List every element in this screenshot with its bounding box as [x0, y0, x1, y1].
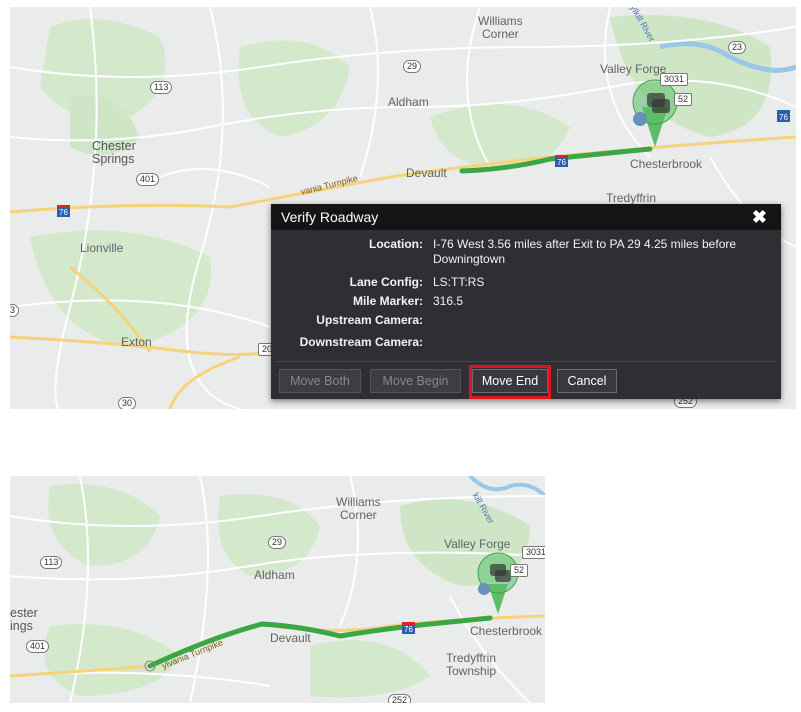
route-3031-shield: 3031	[660, 73, 689, 86]
downstream-camera-row: Downstream Camera:	[271, 335, 781, 354]
mile-marker-label: Mile Marker:	[352, 294, 423, 308]
route-3031-shield-2: 3031	[522, 546, 545, 559]
place-chesterbrook: Chesterbrook	[630, 157, 703, 171]
lane-config-row: Lane Config: LS:TT:RS	[271, 275, 781, 294]
bottom-map[interactable]: Williams Corner Valley Forge Aldham este…	[10, 476, 545, 703]
route-29-shield: 29	[403, 60, 422, 73]
route-113-shield: 113	[150, 81, 173, 94]
i76-left-shield: 76	[57, 205, 70, 217]
place-aldham: Aldham	[388, 95, 429, 109]
route-52-shield: 52	[674, 93, 693, 106]
move-end-highlight	[469, 365, 551, 399]
i76-shield-2: 76	[402, 622, 415, 634]
place-chesterbrook-2: Chesterbrook	[470, 624, 543, 638]
place-williams-corner-2: Williams Corner	[336, 495, 381, 522]
place-valley-forge: Valley Forge	[600, 62, 667, 76]
dialog-header: Verify Roadway ✖	[271, 204, 781, 230]
route-252-shield-2: 252	[388, 694, 412, 703]
move-begin-button[interactable]: Move Begin	[370, 369, 461, 393]
verify-roadway-dialog: Verify Roadway ✖ Location: I-76 West 3.5…	[271, 204, 781, 399]
mile-marker-value: 316.5	[433, 294, 464, 308]
lane-config-value: LS:TT:RS	[433, 275, 485, 289]
route-29-shield-2: 29	[268, 536, 287, 549]
dialog-title: Verify Roadway	[281, 209, 379, 225]
upstream-camera-label: Upstream Camera:	[316, 313, 423, 327]
mile-marker-row: Mile Marker: 316.5	[271, 294, 781, 313]
i76-mid-shield: 76	[555, 155, 568, 167]
cancel-button[interactable]: Cancel	[557, 369, 617, 393]
location-row: Location: I-76 West 3.56 miles after Exi…	[271, 237, 781, 275]
location-label: Location:	[369, 237, 423, 251]
place-lionville: Lionville	[80, 241, 124, 255]
lane-config-label: Lane Config:	[349, 275, 423, 289]
route-52-shield-2: 52	[510, 564, 529, 577]
location-value: I-76 West 3.56 miles after Exit to PA 29…	[433, 237, 737, 266]
downstream-camera-label: Downstream Camera:	[299, 335, 423, 349]
route-30-shield: 30	[118, 397, 137, 409]
route-401-shield: 401	[136, 173, 160, 186]
place-williams-corner: Williams Corner	[478, 14, 523, 41]
place-aldham-2: Aldham	[254, 568, 295, 582]
place-exton: Exton	[121, 335, 152, 349]
move-both-button[interactable]: Move Both	[279, 369, 361, 393]
place-valley-forge-2: Valley Forge	[444, 537, 511, 551]
place-springs-2: ester ings	[10, 606, 38, 633]
close-icon[interactable]: ✖	[752, 204, 767, 230]
place-devault-2: Devault	[270, 631, 311, 645]
route-113-shield-2: 113	[40, 556, 63, 569]
place-chester-springs: Chester Springs	[92, 139, 136, 166]
i76-right-shield: 76	[777, 110, 790, 122]
route-401-shield-2: 401	[26, 640, 50, 653]
dialog-divider	[275, 361, 777, 362]
place-tredyffrin-township-2: Tredyffrin Township	[446, 651, 497, 678]
upstream-camera-row: Upstream Camera:	[271, 313, 781, 335]
route-23-shield: 23	[728, 41, 747, 54]
place-devault: Devault	[406, 166, 447, 180]
dialog-fields: Location: I-76 West 3.56 miles after Exi…	[271, 230, 781, 354]
